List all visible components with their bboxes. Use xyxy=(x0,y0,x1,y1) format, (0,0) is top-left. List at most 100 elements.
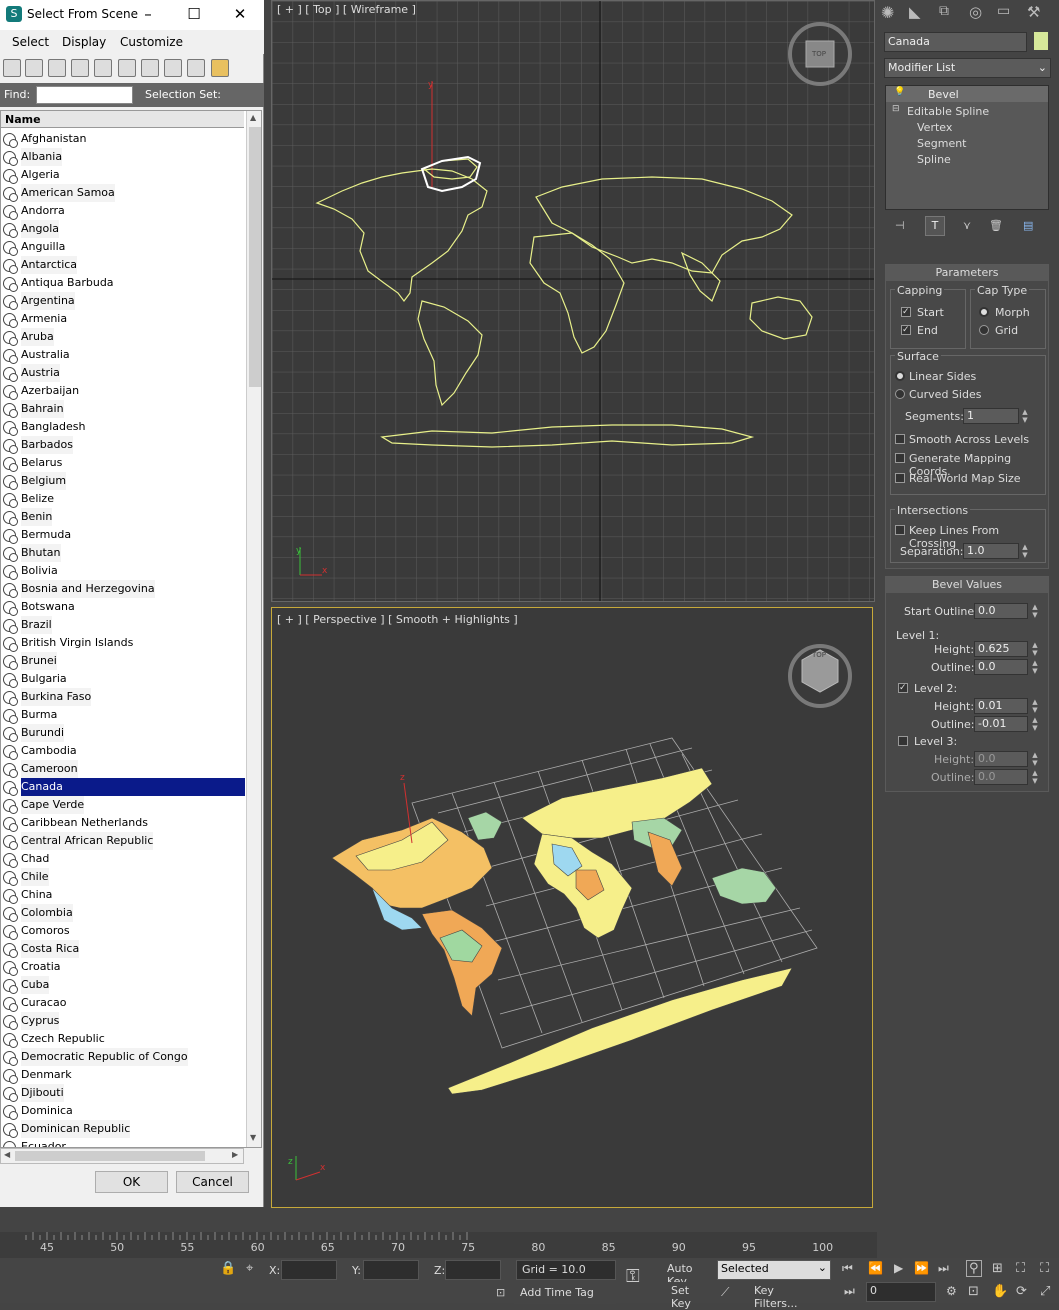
viewport-top[interactable]: y y x [ + ] [ Top ] [ Wireframe ] TOP xyxy=(271,0,875,602)
add-time-tag-button[interactable]: Add Time Tag xyxy=(514,1284,616,1304)
stack-item-bevel[interactable]: 💡 Bevel xyxy=(886,86,1048,102)
ok-button[interactable]: OK xyxy=(95,1171,168,1193)
set-key-button[interactable]: Set Key xyxy=(668,1282,714,1310)
list-item[interactable]: Djibouti xyxy=(1,1084,245,1102)
level3-outline-field[interactable]: 0.0 xyxy=(974,769,1028,785)
scrollbar-thumb[interactable] xyxy=(249,127,261,387)
list-item[interactable]: Bosnia and Herzegovina xyxy=(1,580,245,598)
utilities-tab-icon[interactable]: ⚒ xyxy=(1027,3,1047,23)
display-containers-icon[interactable] xyxy=(211,59,229,77)
start-outline-spinner[interactable]: ▲ ▼ xyxy=(1030,603,1040,619)
key-mode-toggle-icon[interactable]: ⏭ xyxy=(844,1284,855,1299)
list-item[interactable]: Afghanistan xyxy=(1,130,245,148)
top-viewcube-label[interactable]: TOP xyxy=(812,50,826,58)
list-item[interactable]: Aruba xyxy=(1,328,245,346)
object-name-field[interactable]: Canada xyxy=(884,32,1027,52)
parameters-title[interactable]: Parameters xyxy=(886,265,1048,281)
list-item[interactable]: Argentina xyxy=(1,292,245,310)
level2-outline-spinner[interactable]: ▲ ▼ xyxy=(1030,716,1040,732)
list-item[interactable]: Benin xyxy=(1,508,245,526)
list-item[interactable]: Brunei xyxy=(1,652,245,670)
scroll-right-icon[interactable]: ▶ xyxy=(232,1150,238,1159)
list-item[interactable]: Dominican Republic xyxy=(1,1120,245,1138)
make-unique-icon[interactable]: ⋎ xyxy=(963,219,971,232)
list-item[interactable]: Caribbean Netherlands xyxy=(1,814,245,832)
next-frame-icon[interactable]: ⏩ xyxy=(914,1261,929,1275)
scroll-down-icon[interactable]: ▼ xyxy=(250,1133,256,1142)
list-item[interactable]: Democratic Republic of Congo xyxy=(1,1048,245,1066)
list-item[interactable]: Chad xyxy=(1,850,245,868)
list-item[interactable]: American Samoa xyxy=(1,184,245,202)
list-item[interactable]: Colombia xyxy=(1,904,245,922)
viewport-perspective[interactable]: z z x [ + ] [ Perspective ] [ Smooth + H… xyxy=(271,607,873,1208)
bevel-values-title[interactable]: Bevel Values xyxy=(886,577,1048,593)
generate-mapping-checkbox[interactable] xyxy=(895,453,905,463)
list-item[interactable]: Cape Verde xyxy=(1,796,245,814)
grid-radio[interactable] xyxy=(979,325,989,335)
list-item[interactable]: Canada xyxy=(1,778,245,796)
lightbulb-icon[interactable]: 💡 xyxy=(894,87,905,97)
display-geometry-icon[interactable] xyxy=(3,59,21,77)
key-icon[interactable]: ⚿ xyxy=(626,1266,640,1287)
minimize-icon[interactable]: – xyxy=(138,5,158,25)
stack-item-vertex[interactable]: Vertex xyxy=(886,119,1048,135)
list-item[interactable]: Anguilla xyxy=(1,238,245,256)
level1-outline-spinner[interactable]: ▲ ▼ xyxy=(1030,659,1040,675)
column-header-name[interactable]: Name xyxy=(1,111,244,128)
auto-key-button[interactable]: Auto Key xyxy=(664,1260,714,1288)
display-bones-icon[interactable] xyxy=(187,59,205,77)
pan-icon[interactable]: ✋ xyxy=(992,1284,1008,1299)
maximize-viewport-icon[interactable]: ⤢ xyxy=(1040,1284,1050,1299)
x-coordinate-field[interactable] xyxy=(281,1260,337,1280)
absolute-mode-icon[interactable]: ⌖ xyxy=(246,1261,253,1276)
configure-sets-icon[interactable]: ▤ xyxy=(1023,219,1033,232)
time-track[interactable]: 45 50 55 60 65 70 75 80 85 90 95 100 xyxy=(0,1232,877,1258)
horizontal-scrollbar[interactable]: ◀ ▶ xyxy=(0,1148,244,1164)
stack-item-segment[interactable]: Segment xyxy=(886,135,1048,151)
list-item[interactable]: Australia xyxy=(1,346,245,364)
level3-height-field[interactable]: 0.0 xyxy=(974,751,1028,767)
list-item[interactable]: Bolivia xyxy=(1,562,245,580)
persp-viewcube-label[interactable]: TOP xyxy=(812,651,826,659)
list-item[interactable]: Belarus xyxy=(1,454,245,472)
vertical-scrollbar[interactable]: ▲ ▼ xyxy=(246,111,261,1147)
goto-end-icon[interactable]: ⏭ xyxy=(938,1261,949,1276)
list-item[interactable]: Angola xyxy=(1,220,245,238)
list-item[interactable]: Bulgaria xyxy=(1,670,245,688)
list-item[interactable]: Botswana xyxy=(1,598,245,616)
z-coordinate-field[interactable] xyxy=(445,1260,501,1280)
list-item[interactable]: Brazil xyxy=(1,616,245,634)
goto-start-icon[interactable]: ⏮ xyxy=(842,1261,853,1276)
list-item[interactable]: Bermuda xyxy=(1,526,245,544)
zoom-extents-all-icon[interactable]: ⛶ xyxy=(1040,1261,1049,1276)
time-config-icon[interactable]: ⚙ xyxy=(946,1284,957,1298)
tangent-icon[interactable]: ⟋ xyxy=(721,1285,729,1300)
cancel-button[interactable]: Cancel xyxy=(176,1171,249,1193)
list-item[interactable]: Bhutan xyxy=(1,544,245,562)
level3-checkbox[interactable] xyxy=(898,736,908,746)
list-item[interactable]: Antiqua Barbuda xyxy=(1,274,245,292)
display-groups-icon[interactable] xyxy=(141,59,159,77)
display-tab-icon[interactable]: ▭ xyxy=(997,3,1017,23)
modify-tab-icon[interactable]: ◣ xyxy=(909,3,929,23)
scroll-left-icon[interactable]: ◀ xyxy=(4,1150,10,1159)
list-item[interactable]: Armenia xyxy=(1,310,245,328)
level2-height-field[interactable]: 0.01 xyxy=(974,698,1028,714)
list-item[interactable]: Dominica xyxy=(1,1102,245,1120)
maximize-icon[interactable]: ☐ xyxy=(184,5,204,25)
key-filters-button[interactable]: Key Filters... xyxy=(740,1282,832,1310)
list-item[interactable]: Burma xyxy=(1,706,245,724)
zoom-region-icon[interactable]: ⊡ xyxy=(968,1284,979,1299)
level1-height-field[interactable]: 0.625 xyxy=(974,641,1028,657)
list-item[interactable]: China xyxy=(1,886,245,904)
list-item[interactable]: Czech Republic xyxy=(1,1030,245,1048)
real-world-map-checkbox[interactable] xyxy=(895,473,905,483)
list-item[interactable]: Bangladesh xyxy=(1,418,245,436)
current-frame-field[interactable]: 0 xyxy=(866,1282,936,1302)
morph-radio[interactable] xyxy=(979,307,989,317)
end-checkbox[interactable]: ✓ xyxy=(901,325,911,335)
list-item[interactable]: Comoros xyxy=(1,922,245,940)
remove-modifier-icon[interactable]: 🗑 xyxy=(989,219,1003,232)
list-item[interactable]: Croatia xyxy=(1,958,245,976)
display-shapes-icon[interactable] xyxy=(25,59,43,77)
